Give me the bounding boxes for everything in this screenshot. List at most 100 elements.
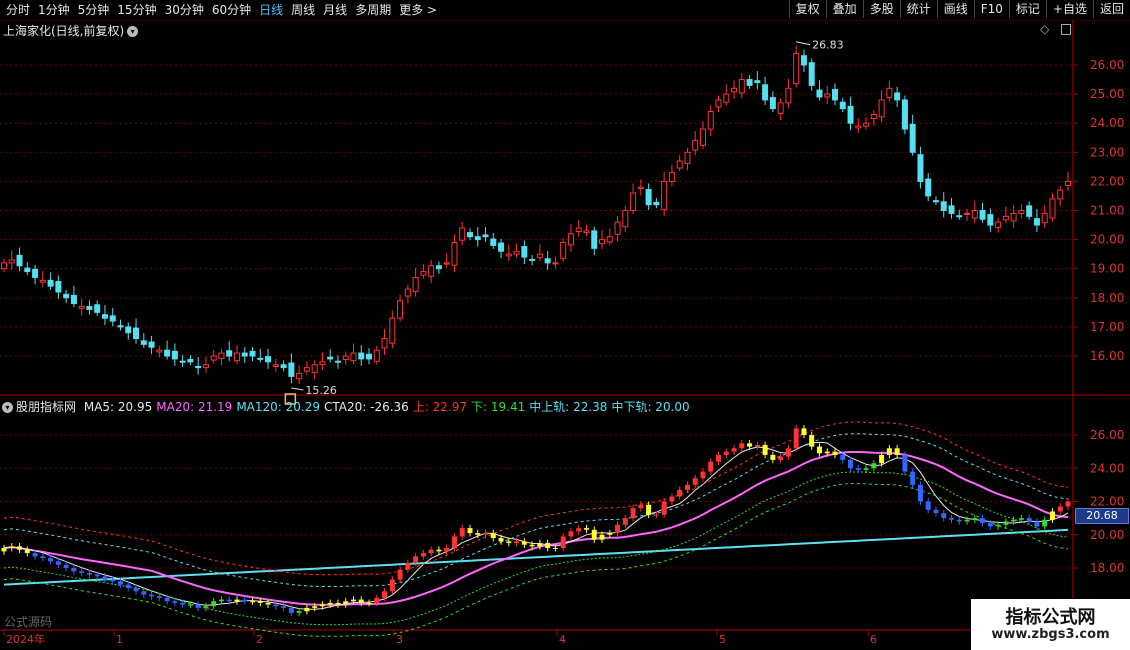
candle-body (1041, 212, 1048, 224)
indicator-body (350, 599, 356, 602)
diamond-icon[interactable]: ◇ (1040, 22, 1049, 36)
indicator-body (164, 597, 170, 602)
candle-body (614, 221, 621, 235)
candle-body (699, 128, 706, 146)
legend-item-6: 中上轨: 22.38 (529, 400, 608, 414)
indicator-body (125, 584, 131, 588)
indicator-body (863, 468, 869, 470)
watermark-logo: 指标公式网 www.zbgs3.com (971, 599, 1130, 650)
candle-body (622, 210, 629, 228)
indicator-body (32, 553, 38, 557)
indicator-body (17, 546, 23, 550)
candle-body (979, 210, 986, 220)
panel-controls[interactable]: ◇ (1040, 22, 1072, 36)
indicator-body (816, 446, 822, 454)
indicator-body (840, 454, 846, 460)
indicator-body (995, 524, 1001, 527)
indicator-body (133, 587, 139, 592)
indicator-body (250, 601, 256, 603)
chevron-down-icon[interactable]: ▾ (2, 402, 13, 413)
indicator-body (514, 541, 520, 544)
indicator-body (436, 549, 442, 552)
candle-body (637, 186, 644, 189)
candle-body (397, 300, 404, 319)
candle-body (420, 271, 427, 276)
candle-body (847, 105, 854, 124)
main-panel-title[interactable]: 上海家化(日线,前复权) ▾ (3, 22, 139, 39)
indicator-body (809, 435, 815, 447)
indicator-body (568, 531, 574, 537)
indicator-body (428, 549, 434, 554)
legend-item-7: 中下轨: 20.00 (611, 400, 690, 414)
indicator-body (1034, 521, 1040, 527)
indicator-name[interactable]: 股朋指标网 (16, 400, 76, 414)
watermark-title: 指标公式网 (1005, 607, 1096, 628)
candle-body (187, 358, 194, 363)
indicator-body (886, 448, 892, 455)
indicator-body (824, 451, 830, 454)
x-tick-label: 2024年 (6, 632, 45, 646)
stock-chart: 26.00 25.00 24.00 23.00 22.00 21.00 20.00 19.00… (0, 20, 1130, 646)
candle-body (505, 253, 512, 257)
indicator-legend: ▾ 股朋指标网 MA5: 20.95 MA20: 21.19 MA120: 20.29… (2, 398, 694, 415)
indicator-body (669, 496, 675, 502)
indicator-body (335, 602, 341, 605)
candle-body (303, 367, 310, 372)
indicator-body (40, 556, 46, 559)
indicator-body (785, 448, 791, 457)
candle-body (816, 89, 823, 98)
y-tick-label: 19.00 (1090, 262, 1124, 276)
candle-body (381, 338, 388, 349)
indicator-body (9, 546, 15, 549)
indicator-body (195, 604, 201, 608)
candle-body (1018, 210, 1025, 214)
indicator-body (848, 459, 854, 469)
candle-body (32, 268, 39, 278)
candle-body (536, 253, 543, 259)
indicator-body (902, 454, 908, 472)
candle-body (956, 215, 963, 218)
candle-body (707, 111, 714, 130)
ma5-line (3, 441, 1069, 610)
candle-body (156, 349, 163, 353)
indicator-body (871, 463, 877, 469)
candle-body (63, 293, 70, 299)
indicator-body (265, 602, 271, 605)
indicator-body (420, 553, 426, 557)
candle-body (1065, 180, 1071, 186)
candle-body (265, 356, 272, 363)
indicator-body (459, 528, 465, 537)
indicator-body (949, 518, 955, 520)
chevron-down-icon[interactable]: ▾ (127, 26, 139, 37)
indicator-body (832, 451, 838, 455)
indicator-body (925, 501, 931, 510)
candle-body (808, 62, 815, 86)
candle-body (668, 172, 675, 182)
indicator-body (1065, 501, 1071, 507)
indicator-body (86, 572, 92, 575)
candle-body (513, 250, 520, 255)
candle-body (16, 254, 23, 267)
indicator-body (1011, 519, 1017, 522)
legend-item-4: 上: 22.97 (412, 400, 468, 414)
y-tick-label: 24.00 (1090, 116, 1124, 130)
candle-body (521, 246, 528, 258)
low-marker (291, 387, 304, 391)
candle-body (474, 236, 481, 241)
panel-maximize-icon[interactable] (1061, 24, 1072, 35)
y-tick-label: 24.00 (1090, 461, 1124, 475)
indicator-body (203, 606, 209, 608)
candle-body (140, 340, 147, 345)
candle-body (171, 350, 178, 360)
current-price-tag: 20.68 (1075, 508, 1129, 524)
candle-body (272, 364, 279, 367)
candle-body (606, 236, 613, 243)
candle-body (832, 88, 839, 101)
indicator-body (211, 601, 217, 607)
candle-body (373, 349, 380, 362)
y-tick-label: 22.00 (1090, 495, 1124, 509)
indicator-body (110, 579, 116, 582)
indicator-body (71, 568, 77, 572)
candle-body (1, 262, 7, 270)
indicator-body (778, 456, 784, 460)
